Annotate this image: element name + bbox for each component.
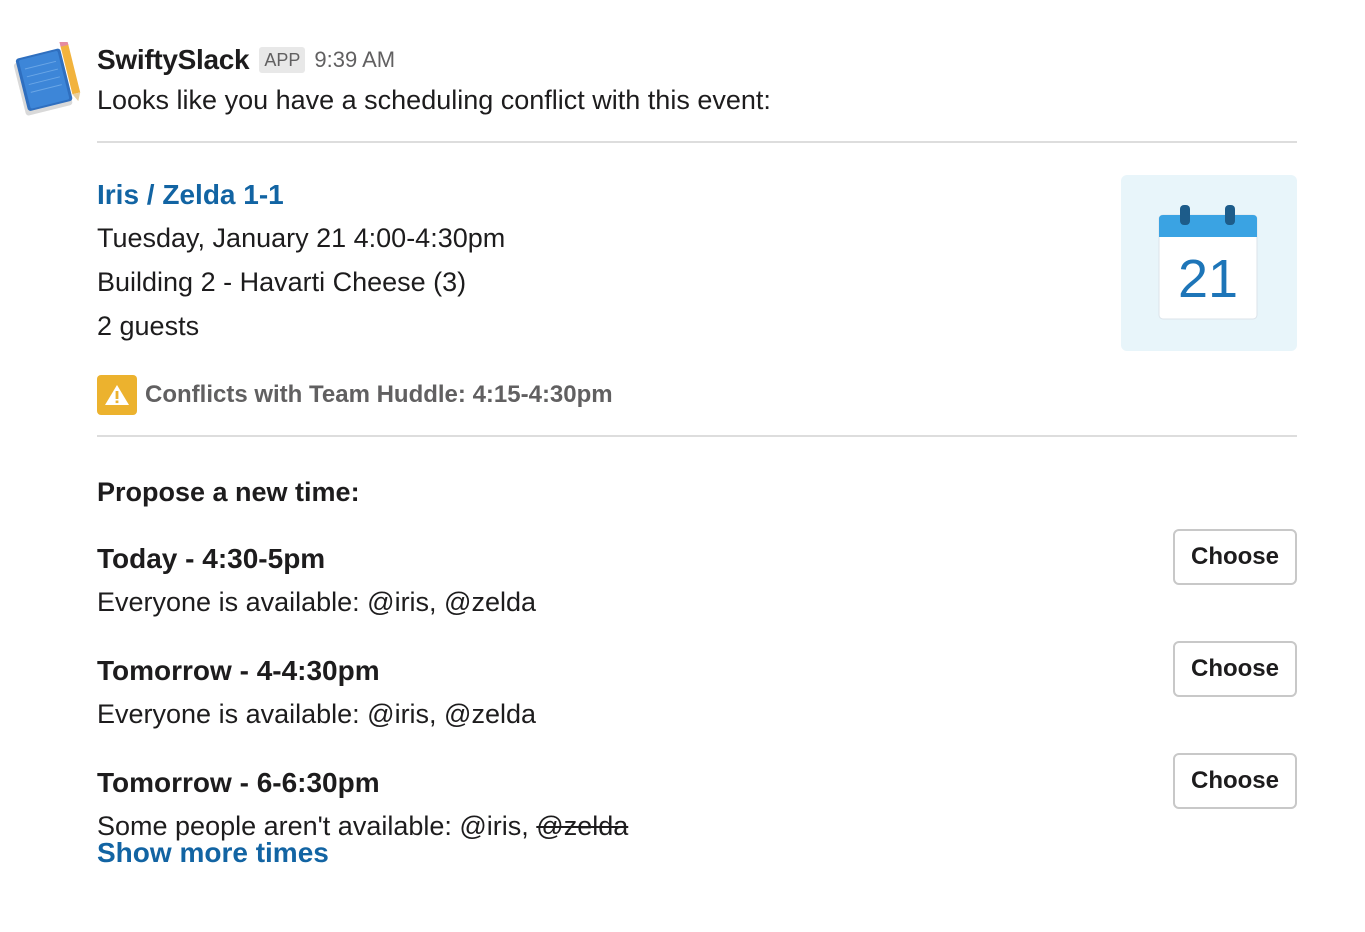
notebook-pencil-icon xyxy=(13,39,81,116)
time-option: Today - 4:30-5pm Everyone is available: … xyxy=(97,529,1297,633)
conflict-text: Conflicts with Team Huddle: 4:15-4:30pm xyxy=(145,381,613,408)
option-title: Tomorrow - 4-4:30pm xyxy=(97,655,380,686)
propose-section: Propose a new time: Today - 4:30-5pm Eve… xyxy=(97,437,1297,927)
availability-label: Everyone is available: xyxy=(97,587,368,617)
calendar-thumbnail: 21 xyxy=(1121,175,1297,351)
show-more-times-link[interactable]: Show more times xyxy=(97,837,329,869)
event-datetime: Tuesday, January 21 4:00-4:30pm xyxy=(97,223,506,253)
conflict-notice: Conflicts with Team Huddle: 4:15-4:30pm xyxy=(97,375,613,415)
choose-button[interactable]: Choose xyxy=(1173,641,1297,697)
timestamp[interactable]: 9:39 AM xyxy=(314,47,395,73)
message-content: SwiftySlack APP 9:39 AM Looks like you h… xyxy=(97,40,1297,927)
event-title-link[interactable]: Iris / Zelda 1-1 xyxy=(97,179,284,211)
calendar-day: 21 xyxy=(1178,249,1238,309)
event-guests: 2 guests xyxy=(97,311,200,341)
option-title: Tomorrow - 6-6:30pm xyxy=(97,767,380,798)
event-card: Iris / Zelda 1-1 Tuesday, January 21 4:0… xyxy=(97,143,1297,435)
available-users[interactable]: @iris, @zelda xyxy=(367,587,536,617)
choose-button[interactable]: Choose xyxy=(1173,529,1297,585)
available-users[interactable]: @iris, xyxy=(459,811,536,841)
availability-label: Everyone is available: xyxy=(97,699,368,729)
option-title: Today - 4:30-5pm xyxy=(97,543,326,574)
warning-icon xyxy=(97,375,137,415)
message-header: SwiftySlack APP 9:39 AM xyxy=(97,40,1297,80)
intro-text: Looks like you have a scheduling conflic… xyxy=(97,85,771,115)
sender-name[interactable]: SwiftySlack xyxy=(97,44,250,76)
option-availability: Everyone is available: @iris, @zelda xyxy=(97,699,536,730)
app-badge: APP xyxy=(259,47,306,73)
available-users[interactable]: @iris, @zelda xyxy=(367,699,536,729)
calendar-icon: 21 xyxy=(1158,205,1258,320)
unavailable-user[interactable]: @zelda xyxy=(536,811,628,841)
time-option: Tomorrow - 4-4:30pm Everyone is availabl… xyxy=(97,641,1297,745)
option-availability: Everyone is available: @iris, @zelda xyxy=(97,587,536,618)
event-location: Building 2 - Havarti Cheese (3) xyxy=(97,267,467,297)
propose-heading: Propose a new time: xyxy=(97,477,360,507)
choose-button[interactable]: Choose xyxy=(1173,753,1297,809)
app-avatar[interactable] xyxy=(10,39,84,116)
